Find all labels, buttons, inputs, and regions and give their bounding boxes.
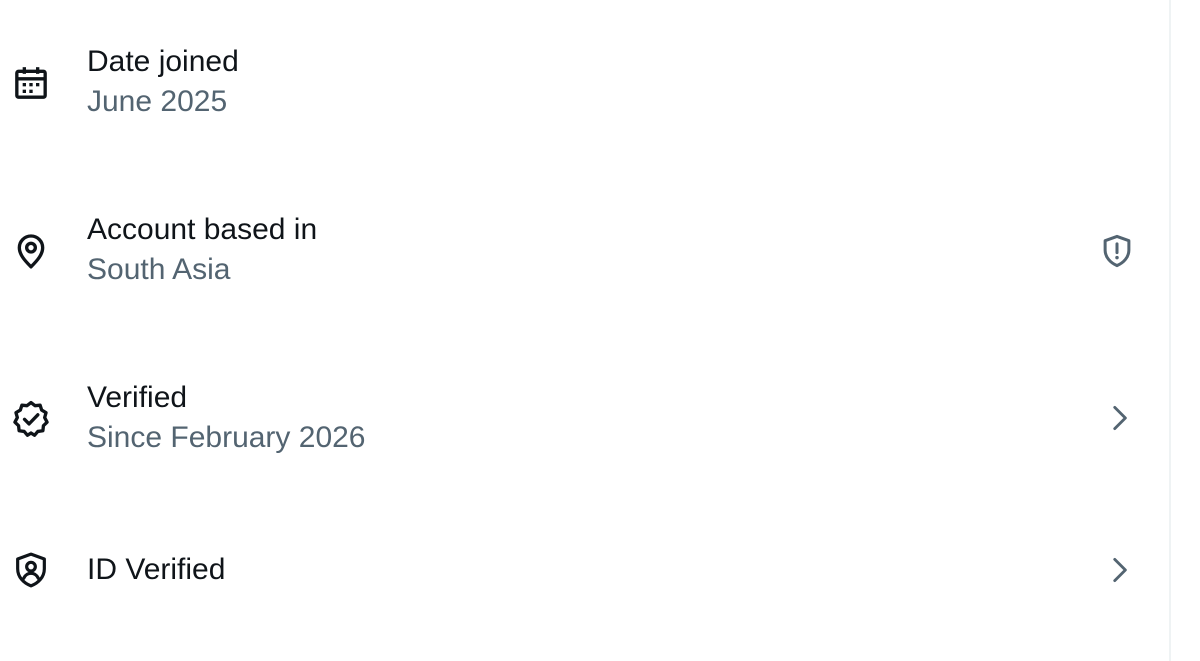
account-info-panel: Date joined June 2025 Account based in S… bbox=[0, 0, 1169, 661]
account-based-in-row: Account based in South Asia bbox=[0, 190, 1169, 310]
id-verified-row[interactable]: ID Verified bbox=[0, 530, 1169, 650]
date-joined-row: Date joined June 2025 bbox=[0, 22, 1169, 142]
panel-divider bbox=[1169, 0, 1171, 661]
verified-value: Since February 2026 bbox=[87, 421, 366, 454]
id-shield-icon bbox=[8, 547, 54, 593]
account-based-in-title: Account based in bbox=[87, 213, 318, 246]
verified-row[interactable]: Verified Since February 2026 bbox=[0, 358, 1169, 478]
verified-badge-icon bbox=[8, 396, 54, 442]
id-verified-title: ID Verified bbox=[87, 553, 226, 586]
account-based-in-value: South Asia bbox=[87, 253, 231, 286]
chevron-right-icon[interactable] bbox=[1097, 548, 1141, 592]
calendar-icon bbox=[8, 60, 54, 106]
shield-alert-icon[interactable] bbox=[1095, 229, 1139, 273]
chevron-right-icon[interactable] bbox=[1097, 396, 1141, 440]
location-pin-icon bbox=[8, 228, 54, 274]
verified-title: Verified bbox=[87, 381, 188, 414]
date-joined-value: June 2025 bbox=[87, 85, 228, 118]
date-joined-title: Date joined bbox=[87, 45, 239, 78]
